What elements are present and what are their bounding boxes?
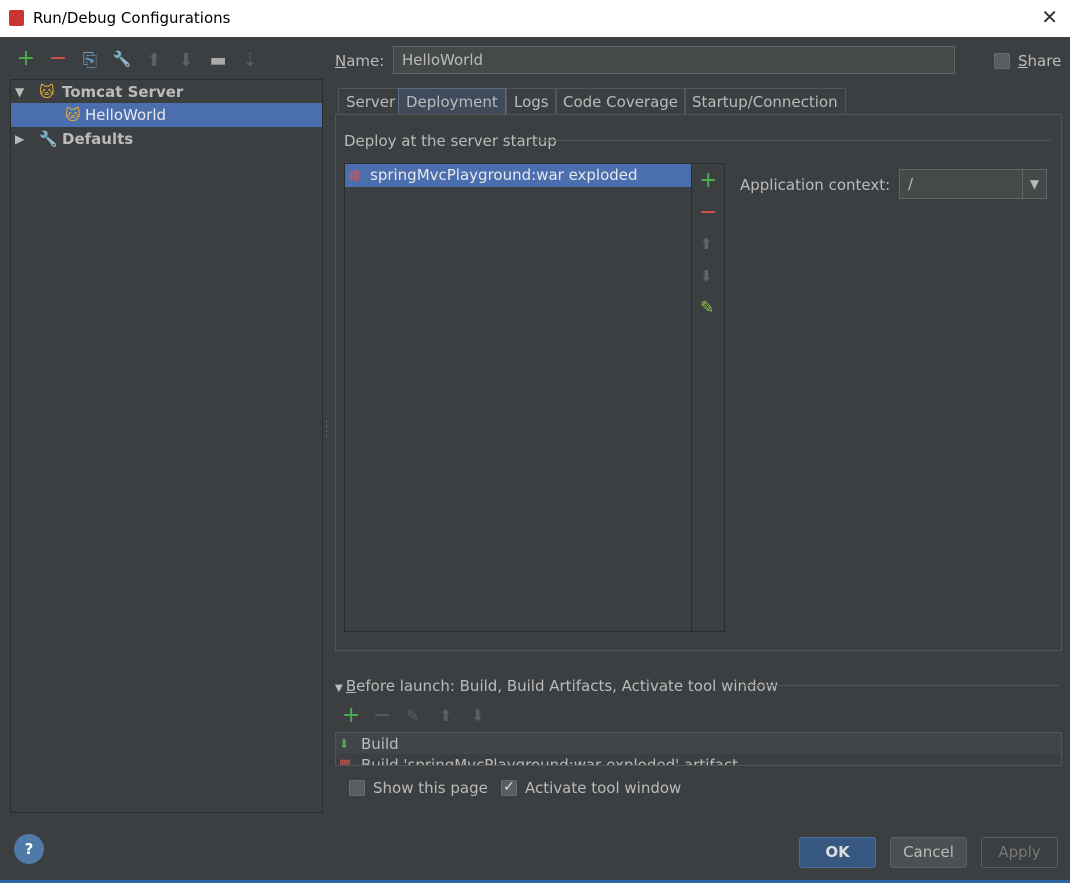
add-task-button[interactable]: + <box>342 703 360 728</box>
ok-button[interactable]: OK <box>799 837 876 868</box>
move-up-artifact-button[interactable]: ⬆ <box>700 235 713 253</box>
before-launch-header[interactable]: ▼ Before launch: Build, Build Artifacts,… <box>335 677 778 695</box>
deploy-heading: Deploy at the server startup <box>344 132 557 150</box>
intellij-icon <box>9 10 24 26</box>
share-label: Share <box>1018 52 1062 70</box>
activate-tool-window-checkbox[interactable]: ✓ <box>501 780 517 796</box>
tab-startup-connection[interactable]: Startup/Connection <box>684 88 846 115</box>
edit-artifact-button[interactable]: ✎ <box>700 298 714 318</box>
show-page-label: Show this page <box>373 779 488 797</box>
tab-code-coverage[interactable]: Code Coverage <box>555 88 687 115</box>
remove-artifact-button[interactable]: − <box>699 200 717 225</box>
folder-button[interactable]: ▬ <box>207 50 229 71</box>
remove-config-button[interactable]: − <box>47 46 69 71</box>
name-label: Name: <box>335 52 385 70</box>
task-item[interactable]: ▦ Build 'springMvcPlayground:war explode… <box>336 754 1061 766</box>
tomcat-icon: 🐱 <box>39 83 55 101</box>
app-context-combobox[interactable]: / ▼ <box>899 169 1047 199</box>
move-down-artifact-button[interactable]: ⬇ <box>700 267 713 285</box>
move-down-task-button[interactable]: ⬇ <box>471 706 484 725</box>
show-page-checkbox[interactable] <box>349 780 365 796</box>
remove-task-button[interactable]: − <box>373 703 391 728</box>
close-button[interactable]: ✕ <box>1041 5 1058 29</box>
divider <box>691 164 692 631</box>
edit-task-button[interactable]: ✎ <box>406 706 419 725</box>
move-up-button[interactable]: ⬆ <box>143 50 165 71</box>
move-down-button[interactable]: ⬇ <box>175 50 197 71</box>
divider <box>742 685 1059 686</box>
tab-logs[interactable]: Logs <box>506 88 557 115</box>
collapsed-arrow-icon[interactable]: ▶ <box>15 127 24 151</box>
tree-item-tomcat-server[interactable]: ▼ 🐱 Tomcat Server <box>11 80 322 104</box>
add-artifact-button[interactable]: + <box>699 168 717 193</box>
chevron-down-icon[interactable]: ▼ <box>1022 170 1046 198</box>
window-title: Run/Debug Configurations <box>33 9 231 27</box>
tree-item-label: HelloWorld <box>85 106 167 124</box>
artifact-icon: ▦ <box>348 168 361 183</box>
copy-config-button[interactable]: ⎘ <box>79 50 101 71</box>
tree-item-label: Defaults <box>62 130 134 148</box>
add-config-button[interactable]: + <box>15 46 37 71</box>
before-launch-list: ⬇ Build ▦ Build 'springMvcPlayground:war… <box>335 732 1062 766</box>
collapse-arrow-icon[interactable]: ▼ <box>335 683 346 694</box>
divider <box>536 140 1051 141</box>
artifact-list: ▦ springMvcPlayground:war exploded <box>344 163 725 632</box>
share-checkbox[interactable] <box>994 53 1010 69</box>
tree-item-helloworld[interactable]: 🐱 HelloWorld <box>11 103 322 127</box>
artifact-label: springMvcPlayground:war exploded <box>370 166 638 184</box>
name-input[interactable]: HelloWorld <box>393 46 955 74</box>
tree-item-label: Tomcat Server <box>62 83 184 101</box>
activate-tool-window-label: Activate tool window <box>525 779 682 797</box>
artifact-icon: ▦ <box>339 757 352 766</box>
move-up-task-button[interactable]: ⬆ <box>439 706 452 725</box>
task-label: Build 'springMvcPlayground:war exploded'… <box>361 756 738 766</box>
tree-item-defaults[interactable]: ▶ 🔧 Defaults <box>11 127 322 151</box>
wrench-icon: 🔧 <box>39 130 58 148</box>
artifact-item[interactable]: ▦ springMvcPlayground:war exploded <box>345 164 691 187</box>
tomcat-icon: 🐱 <box>65 106 81 124</box>
sort-button[interactable]: ⇣ <box>239 50 261 71</box>
help-button[interactable]: ? <box>14 834 44 864</box>
tab-server[interactable]: Server <box>338 88 404 115</box>
build-icon: ⬇ <box>339 737 350 751</box>
title-bar: Run/Debug Configurations ✕ <box>0 0 1070 37</box>
tab-deployment[interactable]: Deployment <box>398 88 506 115</box>
app-context-value: / <box>908 175 914 193</box>
edit-defaults-button[interactable]: 🔧 <box>111 50 133 68</box>
app-context-label: Application context: <box>740 176 891 194</box>
task-item[interactable]: ⬇ Build <box>336 733 1061 754</box>
task-label: Build <box>361 735 399 753</box>
splitter-handle[interactable]: · · · · <box>325 418 328 443</box>
config-tree: ▼ 🐱 Tomcat Server 🐱 HelloWorld ▶ 🔧 Defau… <box>10 79 323 813</box>
expanded-arrow-icon[interactable]: ▼ <box>15 80 24 104</box>
apply-button[interactable]: Apply <box>981 837 1058 868</box>
cancel-button[interactable]: Cancel <box>890 837 967 868</box>
